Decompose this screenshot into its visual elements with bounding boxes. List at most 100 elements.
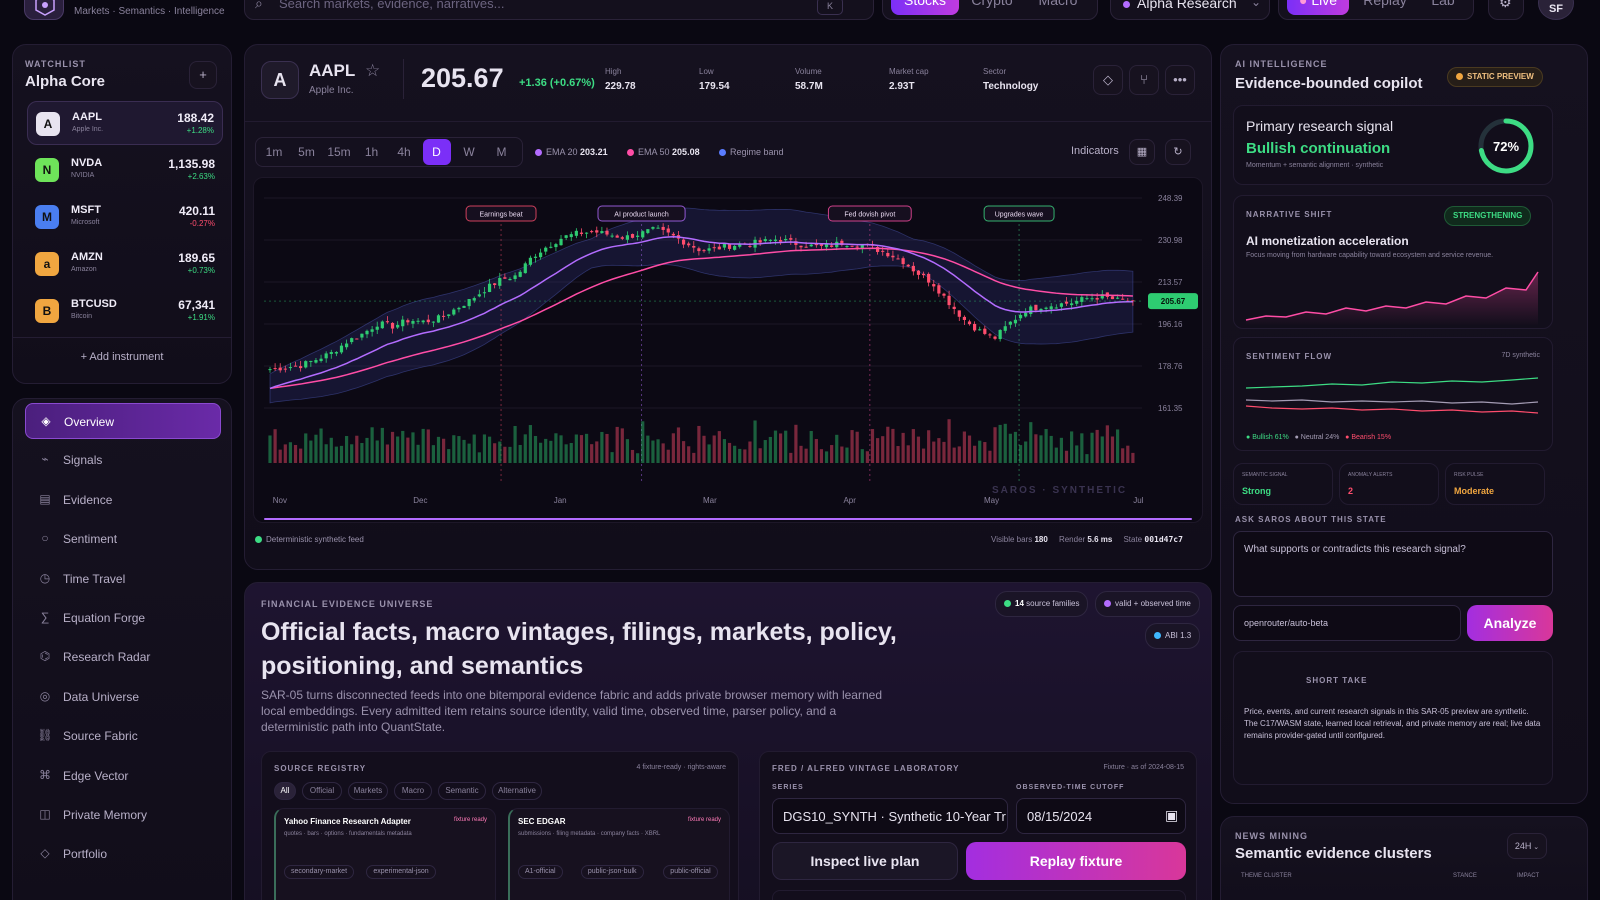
short-take-caption: SHORT TAKE	[1306, 676, 1368, 685]
timeframe-1h[interactable]: 1h	[358, 139, 386, 165]
filter-semantic[interactable]: Semantic	[438, 782, 486, 800]
star-icon[interactable]: ☆	[365, 61, 380, 81]
sidebar-item-private-memory[interactable]: ◫ Private Memory	[25, 797, 221, 833]
calendar-icon[interactable]: ▣	[1165, 807, 1178, 824]
watchlist-item-btcusd[interactable]: B BTCUSD Bitcoin 67,341 +1.91%	[27, 289, 223, 333]
short-take-card: SHORT TAKE Price, events, and current re…	[1233, 651, 1553, 785]
source-card-yahoo[interactable]: Yahoo Finance Research Adapter fixture re…	[274, 808, 496, 900]
source-card-sec-edgar[interactable]: SEC EDGAR fixture ready submissions · fili…	[508, 808, 730, 900]
add-watchlist-button[interactable]: +	[189, 61, 217, 89]
sidebar-item-equation-forge[interactable]: ∑ Equation Forge	[25, 600, 221, 636]
sidebar-item-research-radar[interactable]: ⌬ Research Radar	[25, 639, 221, 675]
price-chart[interactable]: 248.39 230.98 213.57 196.16 178.76 161.35 Earn…	[253, 177, 1203, 523]
tab-lab[interactable]: Lab	[1419, 0, 1467, 15]
narrative-caption: NARRATIVE SHIFT	[1246, 210, 1333, 219]
volume-bar	[600, 431, 604, 463]
legend-ema-20[interactable]: EMA 20 203.21	[535, 147, 608, 157]
vintage-meta: Fixture · as of 2024-08-15	[1103, 764, 1184, 771]
settings-button[interactable]: ⚙	[1488, 0, 1524, 20]
app-logo-icon[interactable]	[24, 0, 64, 20]
analyze-button[interactable]: Analyze	[1467, 605, 1553, 641]
sidebar-item-signals[interactable]: ⌁ Signals	[25, 442, 221, 478]
stat-value-low: 179.54	[699, 81, 730, 92]
metric-anomaly-alerts: ANOMALY ALERTS 2	[1339, 463, 1439, 505]
timeframe-15m[interactable]: 15m	[325, 139, 353, 165]
tab-macro[interactable]: Macro	[1025, 0, 1091, 15]
stat-label-low: Low	[699, 67, 714, 76]
sidebar-item-overview[interactable]: ◈ Overview	[25, 403, 221, 439]
news-range-select[interactable]: 24H ⌄	[1507, 833, 1547, 859]
source-tag: experimental-json	[366, 865, 436, 879]
tab-live[interactable]: ● Live	[1287, 0, 1349, 15]
replay-fixture-button[interactable]: Replay fixture	[966, 842, 1186, 880]
volume-bar	[957, 446, 961, 463]
strengthening-badge: STRENGTHENING	[1444, 206, 1532, 226]
timeframe-1m[interactable]: 1m	[260, 139, 288, 165]
narrative-sparkline	[1245, 271, 1539, 326]
reset-button[interactable]: ↻	[1165, 139, 1191, 165]
question-textarea[interactable]: What supports or contradicts this resear…	[1233, 531, 1553, 597]
sidebar-item-portfolio[interactable]: ◇ Portfolio	[25, 836, 221, 872]
x-tick-label: Apr	[843, 496, 856, 505]
filter-alternative[interactable]: Alternative	[492, 782, 542, 800]
fork-button[interactable]: ⑂	[1129, 65, 1159, 95]
tab-stocks[interactable]: Stocks	[891, 0, 959, 15]
timeframe-d[interactable]: D	[422, 139, 451, 165]
series-select[interactable]: DGS10_SYNTH · Synthetic 10-Year Tr	[772, 798, 1008, 834]
volume-bar	[722, 439, 727, 463]
workspace-select[interactable]: Alpha Research ⌄	[1110, 0, 1270, 20]
watchlist-item-aapl[interactable]: A AAPL Apple Inc. 188.42 +1.28%	[27, 101, 223, 145]
watchlist-item-msft[interactable]: M MSFT Microsoft 420.11 -0.27%	[27, 195, 223, 239]
indicators-button[interactable]: Indicators	[1071, 145, 1119, 157]
watchlist-item-amzn[interactable]: a AMZN Amazon 189.65 +0.73%	[27, 242, 223, 286]
layout-button[interactable]: ▦	[1129, 139, 1155, 165]
user-avatar[interactable]: SF	[1538, 0, 1574, 20]
volume-bar	[559, 435, 563, 463]
tab-replay[interactable]: Replay	[1353, 0, 1417, 15]
sidebar-item-data-universe[interactable]: ◎ Data Universe	[25, 679, 221, 715]
sidebar-item-time-travel[interactable]: ◷ Time Travel	[25, 561, 221, 597]
edge-vector-icon: ⌘	[39, 767, 51, 782]
filter-macro[interactable]: Macro	[394, 782, 432, 800]
volume-bar	[329, 437, 333, 463]
sidebar-item-sentiment[interactable]: ○ Sentiment	[25, 521, 221, 557]
cutoff-date-input[interactable]: 08/15/2024 ▣	[1016, 798, 1186, 834]
alert-button[interactable]: ◇	[1093, 65, 1123, 95]
legend-ema-50[interactable]: EMA 50 205.08	[627, 147, 700, 157]
candle	[273, 363, 277, 371]
volume-bar	[1049, 435, 1053, 463]
timeframe-m[interactable]: M	[488, 139, 516, 165]
filter-markets[interactable]: Markets	[348, 782, 388, 800]
tab-crypto[interactable]: Crypto	[961, 0, 1023, 15]
volume-bar	[365, 437, 369, 463]
timeframe-5m[interactable]: 5m	[293, 139, 321, 165]
volume-bar	[355, 435, 359, 463]
search-shortcut: K	[817, 0, 843, 15]
add-instrument-button[interactable]: + Add instrument	[13, 351, 231, 363]
model-input[interactable]: openrouter/auto-beta	[1233, 605, 1461, 641]
sidebar-item-evidence[interactable]: ▤ Evidence	[25, 482, 221, 518]
volume-bar	[993, 427, 997, 463]
more-button[interactable]: •••	[1165, 65, 1195, 95]
instrument-symbol: AAPL	[72, 111, 102, 123]
search-input[interactable]: Search markets, evidence, narratives...	[279, 0, 504, 11]
inspect-live-plan-button[interactable]: Inspect live plan	[772, 842, 958, 880]
sidebar-item-edge-vector[interactable]: ⌘ Edge Vector	[25, 758, 221, 794]
watchlist-item-nvda[interactable]: N NVDA NVIDIA 1,135.98 +2.63%	[27, 148, 223, 192]
candle	[957, 310, 961, 321]
volume-bar	[1080, 433, 1084, 463]
instrument-price: 67,341	[178, 298, 215, 312]
sidebar-item-source-fabric[interactable]: ⛓ Source Fabric	[25, 718, 221, 754]
filter-all[interactable]: All	[274, 782, 296, 800]
filter-official[interactable]: Official	[302, 782, 342, 800]
legend-regime-band[interactable]: Regime band	[719, 147, 784, 157]
candlestick-chart[interactable]: 248.39 230.98 213.57 196.16 178.76 161.35 Earn…	[254, 178, 1204, 524]
divider	[245, 121, 1211, 122]
volume-bar	[1121, 448, 1125, 463]
sidebar-item-label: Time Travel	[63, 571, 126, 586]
chart-footer-stats: Visible bars 180 Render 5.6 ms State 001…	[991, 535, 1183, 544]
timeframe-w[interactable]: W	[455, 139, 483, 165]
timeframe-4h[interactable]: 4h	[390, 139, 418, 165]
search-bar[interactable]: ⌕ Search markets, evidence, narratives..…	[244, 0, 874, 20]
volume-bar	[1054, 447, 1058, 463]
